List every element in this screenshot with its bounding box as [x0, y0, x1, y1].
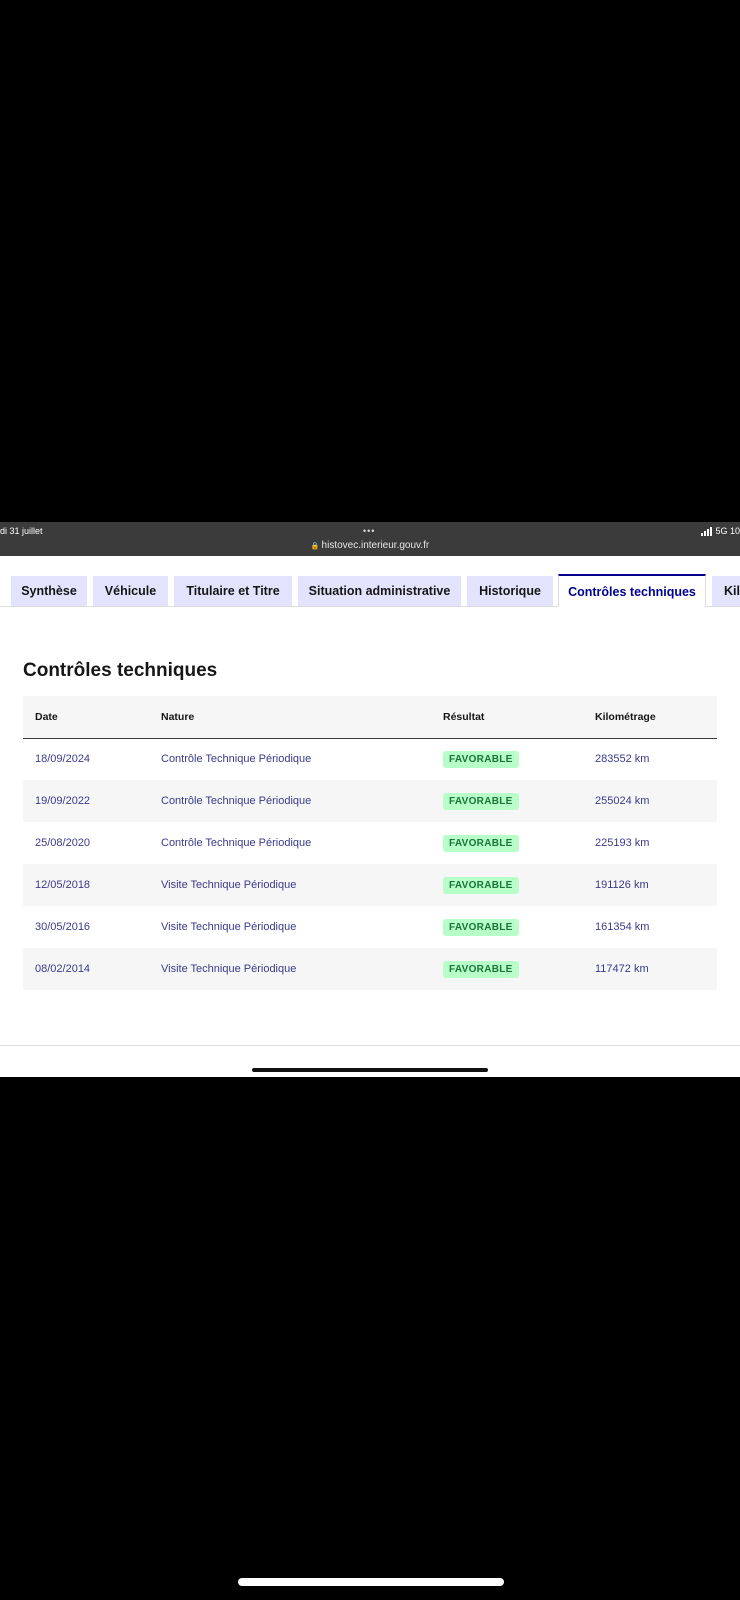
cell-result: FAVORABLE	[431, 780, 583, 822]
cell-date: 08/02/2014	[35, 963, 91, 975]
status-date: di 31 juillet	[0, 526, 43, 536]
cell-date: 30/05/2016	[35, 921, 91, 933]
tab-situation-administrative[interactable]: Situation administrative	[298, 576, 461, 606]
tab-kilometrage[interactable]: Kil	[712, 576, 740, 606]
table-row: 18/09/2024 Contrôle Technique Périodique…	[23, 738, 717, 780]
network-label: 5G 10	[715, 526, 740, 536]
signal-icon	[701, 526, 713, 536]
result-badge: FAVORABLE	[443, 750, 519, 768]
browser-status-bar: di 31 juillet ••• 🔒 histovec.interieur.go…	[0, 522, 740, 556]
cell-result: FAVORABLE	[431, 822, 583, 864]
cell-nature: Contrôle Technique Périodique	[161, 795, 312, 807]
table-row: 19/09/2022 Contrôle Technique Périodique…	[23, 780, 717, 822]
device-home-indicator[interactable]	[238, 1578, 504, 1586]
cell-km: 161354 km	[595, 921, 650, 933]
tab-bar: Synthèse Véhicule Titulaire et Titre Sit…	[0, 556, 740, 607]
result-badge: FAVORABLE	[443, 876, 519, 894]
header-date: Date	[35, 710, 58, 723]
tab-vehicule[interactable]: Véhicule	[93, 576, 168, 606]
cell-km: 225193 km	[595, 837, 650, 849]
table-row: 30/05/2016 Visite Technique Périodique F…	[23, 906, 717, 948]
cell-nature: Contrôle Technique Périodique	[161, 837, 312, 849]
cell-km: 255024 km	[595, 795, 650, 807]
result-badge: FAVORABLE	[443, 918, 519, 936]
cell-nature: Visite Technique Périodique	[161, 879, 297, 891]
header-kilometrage: Kilométrage	[595, 710, 656, 723]
cell-result: FAVORABLE	[431, 864, 583, 906]
more-options-icon[interactable]: •••	[363, 526, 375, 536]
home-indicator[interactable]	[252, 1068, 488, 1072]
tab-controles-techniques[interactable]: Contrôles techniques	[558, 574, 706, 607]
page-title: Contrôles techniques	[23, 660, 218, 681]
cell-date: 12/05/2018	[35, 879, 91, 891]
cell-date: 19/09/2022	[35, 795, 91, 807]
controls-table: Date Nature Résultat Kilométrage 18/09/2…	[23, 696, 717, 990]
address-bar[interactable]: 🔒 histovec.interieur.gouv.fr	[0, 540, 740, 551]
table-row: 12/05/2018 Visite Technique Périodique F…	[23, 864, 717, 906]
cell-date: 18/09/2024	[35, 753, 91, 766]
status-right: 5G 10	[701, 526, 740, 536]
cell-km: 283552 km	[595, 753, 650, 766]
table-row: 25/08/2020 Contrôle Technique Périodique…	[23, 822, 717, 864]
cell-nature: Contrôle Technique Périodique	[161, 753, 312, 766]
web-page: Synthèse Véhicule Titulaire et Titre Sit…	[0, 556, 740, 1077]
cell-result: FAVORABLE	[431, 906, 583, 948]
result-badge: FAVORABLE	[443, 960, 519, 978]
cell-date: 25/08/2020	[35, 837, 91, 849]
url-text: histovec.interieur.gouv.fr	[321, 540, 430, 551]
cell-result: FAVORABLE	[431, 948, 583, 990]
cell-nature: Visite Technique Périodique	[161, 963, 297, 975]
table-row: 08/02/2014 Visite Technique Périodique F…	[23, 948, 717, 990]
tab-titulaire[interactable]: Titulaire et Titre	[174, 576, 292, 606]
cell-nature: Visite Technique Périodique	[161, 921, 297, 933]
header-resultat: Résultat	[443, 710, 485, 723]
result-badge: FAVORABLE	[443, 792, 519, 810]
lock-icon: 🔒	[310, 543, 320, 550]
table-header-row: Date Nature Résultat Kilométrage	[23, 696, 717, 738]
cell-km: 117472 km	[595, 963, 649, 975]
tab-synthese[interactable]: Synthèse	[11, 576, 87, 606]
cell-km: 191126 km	[595, 879, 649, 891]
tab-historique[interactable]: Historique	[467, 576, 553, 606]
footer-divider	[0, 1045, 740, 1046]
result-badge: FAVORABLE	[443, 834, 519, 852]
header-nature: Nature	[161, 710, 195, 723]
cell-result: FAVORABLE	[431, 738, 583, 780]
